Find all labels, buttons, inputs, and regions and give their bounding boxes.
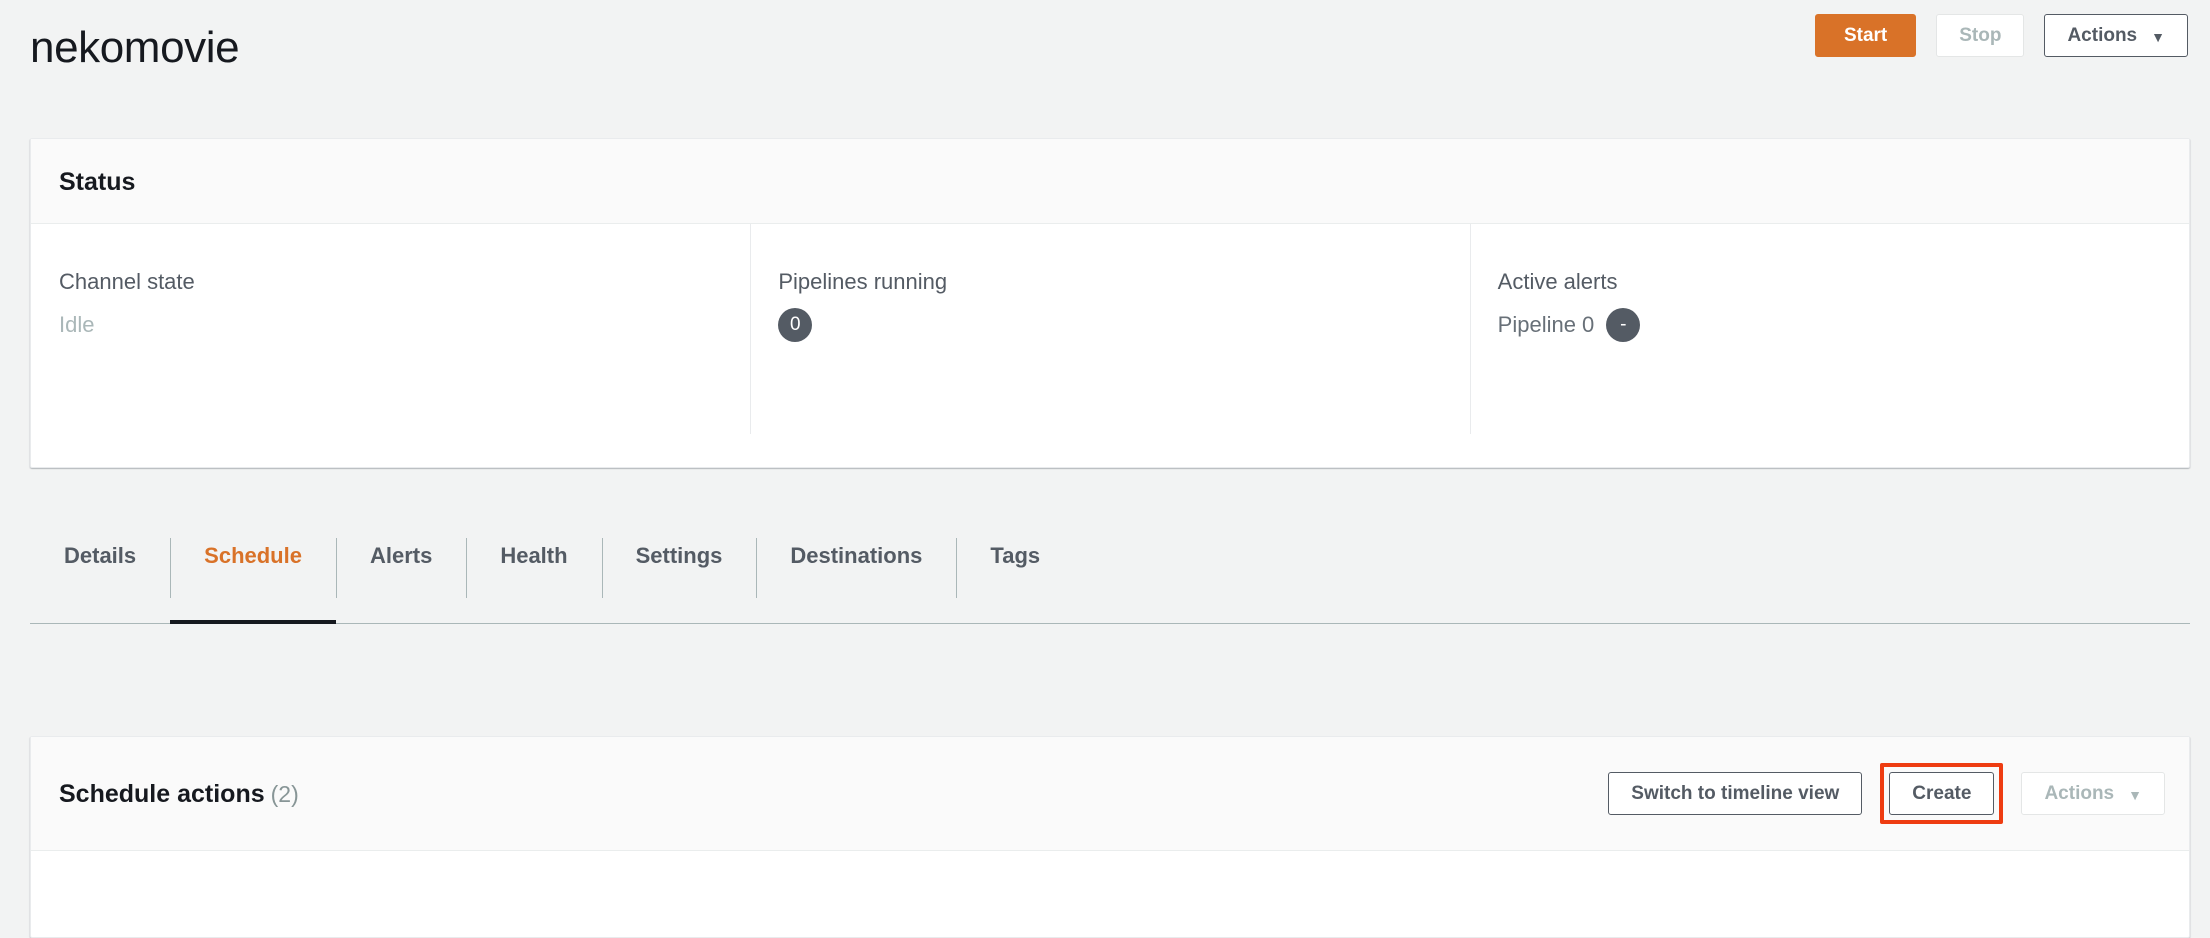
start-button-label: Start bbox=[1843, 25, 1888, 46]
tab-health[interactable]: Health bbox=[466, 520, 601, 623]
chevron-down-icon: ▼ bbox=[2151, 28, 2165, 45]
tab-destinations-label: Destinations bbox=[790, 543, 923, 568]
tab-settings[interactable]: Settings bbox=[601, 520, 757, 623]
schedule-actions-title: Schedule actions (2) bbox=[59, 779, 299, 809]
schedule-actions-buttons: Switch to timeline view Create Actions ▼ bbox=[1608, 763, 2165, 824]
tab-details-label: Details bbox=[64, 543, 137, 568]
page-title: nekomovie bbox=[30, 23, 240, 72]
tab-alerts-label: Alerts bbox=[369, 543, 433, 568]
actions-menu-button[interactable]: Actions ▼ bbox=[2044, 14, 2188, 57]
schedule-actions-header: Schedule actions (2) Switch to timeline v… bbox=[31, 737, 2189, 851]
status-column-active-alerts: Active alerts Pipeline 0 - bbox=[1469, 224, 2189, 464]
switch-to-timeline-view-label: Switch to timeline view bbox=[1631, 783, 1840, 804]
tab-health-label: Health bbox=[500, 543, 568, 568]
schedule-actions-title-text: Schedule actions bbox=[59, 779, 265, 808]
status-card-title: Status bbox=[59, 168, 136, 196]
create-button[interactable]: Create bbox=[1889, 772, 1995, 815]
create-button-highlight: Create bbox=[1880, 763, 2004, 824]
active-alerts-value: Pipeline 0 - bbox=[1498, 308, 2189, 342]
active-alerts-label: Active alerts bbox=[1497, 269, 1618, 294]
stop-button-label: Stop bbox=[1959, 25, 2002, 46]
channel-state-value: Idle bbox=[59, 312, 95, 337]
chevron-down-icon: ▼ bbox=[2128, 786, 2142, 803]
status-column-pipelines-running: Pipelines running 0 bbox=[750, 224, 1469, 464]
channel-detail-tabs: Details Schedule Alerts Health Settings … bbox=[30, 520, 2190, 624]
tab-tags[interactable]: Tags bbox=[956, 520, 1074, 623]
schedule-actions-card: Schedule actions (2) Switch to timeline v… bbox=[30, 736, 2190, 938]
schedule-actions-menu-label: Actions bbox=[2044, 783, 2115, 804]
pipelines-running-badge: 0 bbox=[778, 308, 813, 342]
status-column-channel-state: Channel state Idle bbox=[31, 224, 750, 464]
tab-destinations[interactable]: Destinations bbox=[756, 520, 956, 623]
status-card: Status Channel state Idle Pipelines runn… bbox=[30, 138, 2190, 468]
status-card-header: Status bbox=[31, 139, 2189, 224]
start-button[interactable]: Start bbox=[1814, 14, 1917, 57]
tab-schedule-label: Schedule bbox=[204, 543, 302, 568]
tab-alerts[interactable]: Alerts bbox=[335, 520, 466, 623]
active-alerts-badge: - bbox=[1606, 308, 1641, 342]
schedule-actions-count: (2) bbox=[270, 780, 299, 807]
pipelines-running-value: 0 bbox=[778, 308, 1469, 342]
channel-state-label: Channel state bbox=[59, 269, 195, 294]
status-card-body: Channel state Idle Pipelines running 0 A… bbox=[31, 224, 2189, 464]
pipelines-running-label: Pipelines running bbox=[778, 269, 948, 294]
tab-details[interactable]: Details bbox=[30, 520, 170, 623]
schedule-actions-menu-button[interactable]: Actions ▼ bbox=[2021, 772, 2165, 815]
switch-to-timeline-view-button[interactable]: Switch to timeline view bbox=[1608, 772, 1863, 815]
tab-settings-label: Settings bbox=[635, 543, 723, 568]
create-button-label: Create bbox=[1912, 783, 1972, 804]
page-header: nekomovie Start Stop Actions ▼ bbox=[0, 0, 2210, 96]
actions-menu-label: Actions bbox=[2067, 25, 2138, 46]
header-action-buttons: Start Stop Actions ▼ bbox=[1814, 14, 2188, 57]
tab-tags-label: Tags bbox=[990, 543, 1041, 568]
active-alerts-pipeline-label: Pipeline 0 bbox=[1497, 312, 1595, 337]
stop-button[interactable]: Stop bbox=[1936, 14, 2025, 57]
tab-schedule[interactable]: Schedule bbox=[170, 520, 336, 624]
